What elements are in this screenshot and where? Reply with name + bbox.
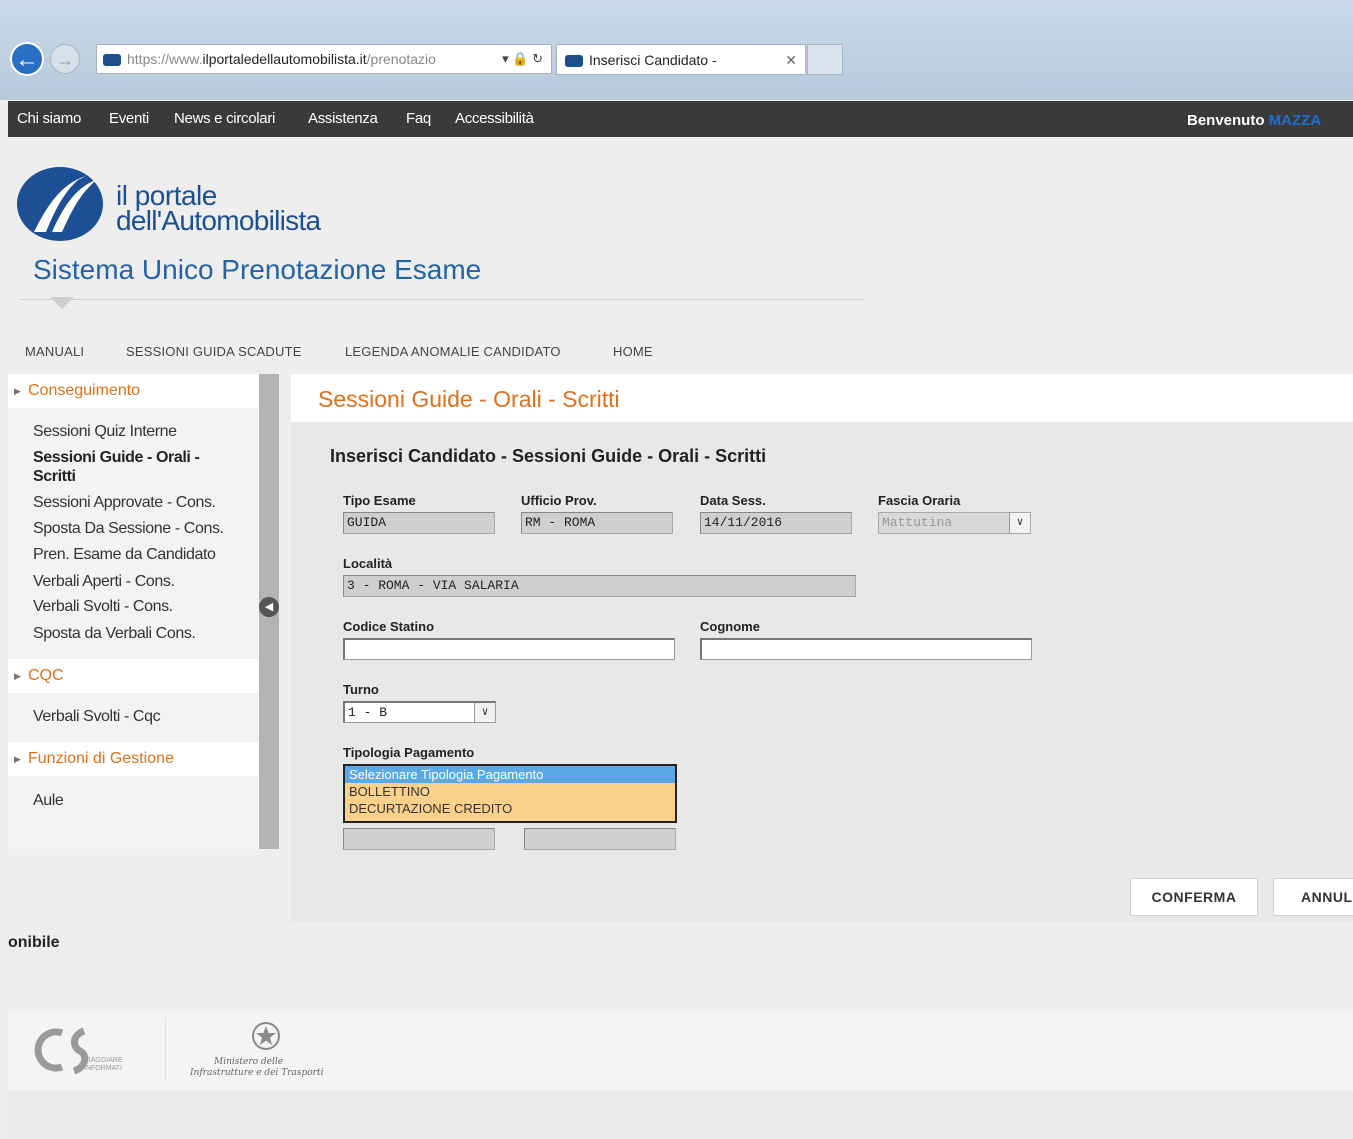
cs-viaggiare-informati-logo: VIAGGIARE INFORMATI <box>34 1027 123 1075</box>
welcome-label: Benvenuto <box>1187 112 1265 129</box>
sidebar-item-verbali-svolti-cqc[interactable]: Verbali Svolti - Cqc <box>33 707 243 726</box>
sub-navbar: MANUALI SESSIONI GUIDA SCADUTE LEGENDA A… <box>8 330 1353 374</box>
nav-news[interactable]: News e circolari <box>174 101 275 137</box>
confirm-button[interactable]: CONFERMA <box>1130 878 1258 916</box>
ufficio-label: Ufficio Prov. <box>521 493 597 508</box>
cs-logo-text-2: INFORMATI <box>84 1065 122 1072</box>
header-divider <box>20 299 865 300</box>
footer <box>8 1012 1353 1090</box>
ministry-line-2: Infrastrutture e dei Trasporti <box>190 1068 324 1078</box>
tipologia-label: Tipologia Pagamento <box>343 745 475 760</box>
collapse-sidebar-icon[interactable]: ◀ <box>259 597 279 617</box>
ufficio-field: RM - ROMA <box>521 512 673 534</box>
sidebar-item-aule[interactable]: Aule <box>33 791 243 810</box>
tipologia-option[interactable]: BOLLETTINO <box>345 783 675 800</box>
data-sess-label: Data Sess. <box>700 493 766 508</box>
data-sess-field: 14/11/2016 <box>700 512 852 534</box>
chevron-down-icon[interactable]: ∨ <box>474 703 495 722</box>
chevron-right-icon: ▶ <box>14 754 21 764</box>
chevron-right-icon: ▶ <box>14 671 21 681</box>
turno-label: Turno <box>343 682 379 697</box>
sidebar-item-verbali-svolti[interactable]: Verbali Svolti - Cons. <box>33 597 243 616</box>
nav-assistenza[interactable]: Assistenza <box>308 101 378 137</box>
sidebar-item-sessioni-guide[interactable]: Sessioni Guide - Orali - Scritti <box>33 448 223 486</box>
cognome-label: Cognome <box>700 619 760 634</box>
forward-arrow-icon[interactable]: → <box>50 44 80 74</box>
fascia-select: Mattutina ∨ <box>878 512 1031 534</box>
cs-logo-text-1: VIAGGIARE <box>84 1057 123 1064</box>
cognome-input[interactable] <box>700 638 1032 660</box>
address-bar[interactable]: https://www.ilportaledellautomobilista.i… <box>96 44 552 74</box>
sidebar-item-pren-esame[interactable]: Pren. Esame da Candidato <box>33 545 243 564</box>
sidebar-item-sposta-sessione[interactable]: Sposta Da Sessione - Cons. <box>33 519 243 538</box>
lock-icon: 🔒 <box>512 51 529 66</box>
tipo-esame-label: Tipo Esame <box>343 493 416 508</box>
ministry-emblem-icon <box>252 1022 280 1050</box>
extra-field-1 <box>343 828 495 850</box>
codice-statino-label: Codice Statino <box>343 619 435 634</box>
subnav-legenda-anomalie[interactable]: LEGENDA ANOMALIE CANDIDATO <box>345 330 561 374</box>
localita-field: 3 - ROMA - VIA SALARIA <box>343 575 856 597</box>
ministry-line-1: Ministero delle <box>214 1057 284 1067</box>
nav-faq[interactable]: Faq <box>406 101 431 137</box>
turno-value: 1 - B <box>348 705 388 720</box>
brand-line-2: dell'Automobilista <box>116 205 321 236</box>
sidebar-item-sessioni-approvate[interactable]: Sessioni Approvate - Cons. <box>33 493 243 512</box>
availability-text: onibile <box>8 934 60 951</box>
sidebar-item-verbali-aperti[interactable]: Verbali Aperti - Cons. <box>33 572 243 591</box>
top-navbar: Chi siamo Eventi News e circolari Assist… <box>8 101 1353 137</box>
chevron-down-icon: ∨ <box>1009 513 1030 533</box>
new-tab-button[interactable] <box>807 44 843 75</box>
subnav-sessioni-guida-scadute[interactable]: SESSIONI GUIDA SCADUTE <box>126 330 302 374</box>
nav-accessibilita[interactable]: Accessibilità <box>455 101 534 137</box>
localita-label: Località <box>343 556 393 571</box>
site-favicon-icon <box>565 55 583 68</box>
welcome-user[interactable]: MAZZA <box>1269 112 1322 129</box>
nav-eventi[interactable]: Eventi <box>109 101 149 137</box>
header-notch <box>50 297 74 309</box>
url-prefix: https://www. <box>127 51 203 67</box>
tipologia-option[interactable]: DECURTAZIONE CREDITO <box>345 800 675 817</box>
portal-logo-icon[interactable] <box>16 166 104 242</box>
url-path: /prenotazio <box>366 51 436 67</box>
sidebar-section-label: CQC <box>28 667 64 684</box>
tab-title: Inserisci Candidato - <box>589 52 717 68</box>
site-favicon-icon <box>103 54 121 67</box>
tipologia-option[interactable]: Selezionare Tipologia Pagamento <box>345 766 675 783</box>
dropdown-arrow-icon[interactable]: ▾ <box>502 51 509 66</box>
page-bottom <box>8 1090 1353 1139</box>
fascia-label: Fascia Oraria <box>878 493 961 508</box>
form-title: Inserisci Candidato - Sessioni Guide - O… <box>330 446 767 466</box>
extra-field-2 <box>524 828 676 850</box>
subnav-manuali[interactable]: MANUALI <box>25 330 84 374</box>
cancel-button[interactable]: ANNUL <box>1273 878 1353 916</box>
browser-tab[interactable]: Inserisci Candidato - ✕ <box>556 44 806 75</box>
back-arrow-icon[interactable]: ← <box>10 42 44 76</box>
url-domain: ilportaledellautomobilista.it <box>202 51 367 67</box>
footer-divider <box>165 1018 166 1080</box>
codice-statino-input[interactable] <box>343 638 675 660</box>
tipo-esame-field: GUIDA <box>343 512 495 534</box>
sidebar-section-label: Conseguimento <box>28 382 141 399</box>
system-title: Sistema Unico Prenotazione Esame <box>33 254 482 285</box>
sidebar-item-sessioni-quiz[interactable]: Sessioni Quiz Interne <box>33 422 243 441</box>
sidebar-section-conseguimento[interactable]: ▶ Conseguimento <box>8 374 259 408</box>
tipologia-pagamento-listbox[interactable]: Selezionare Tipologia Pagamento BOLLETTI… <box>343 764 677 823</box>
sidebar-item-sposta-verbali[interactable]: Sposta da Verbali Cons. <box>33 624 243 643</box>
sidebar-section-cqc[interactable]: ▶ CQC <box>8 659 259 693</box>
fascia-value: Mattutina <box>882 515 953 530</box>
turno-select[interactable]: 1 - B ∨ <box>343 701 496 723</box>
page-title: Sessioni Guide - Orali - Scritti <box>318 386 620 412</box>
address-controls[interactable]: ▾ 🔒 ↻ <box>502 45 543 73</box>
nav-chi-siamo[interactable]: Chi siamo <box>17 101 81 137</box>
subnav-home[interactable]: HOME <box>613 330 653 374</box>
chevron-right-icon: ▶ <box>14 386 21 396</box>
close-icon[interactable]: ✕ <box>785 45 797 75</box>
refresh-icon[interactable]: ↻ <box>532 51 543 66</box>
sidebar-section-label: Funzioni di Gestione <box>28 750 174 767</box>
sidebar-section-funzioni[interactable]: ▶ Funzioni di Gestione <box>8 742 259 776</box>
